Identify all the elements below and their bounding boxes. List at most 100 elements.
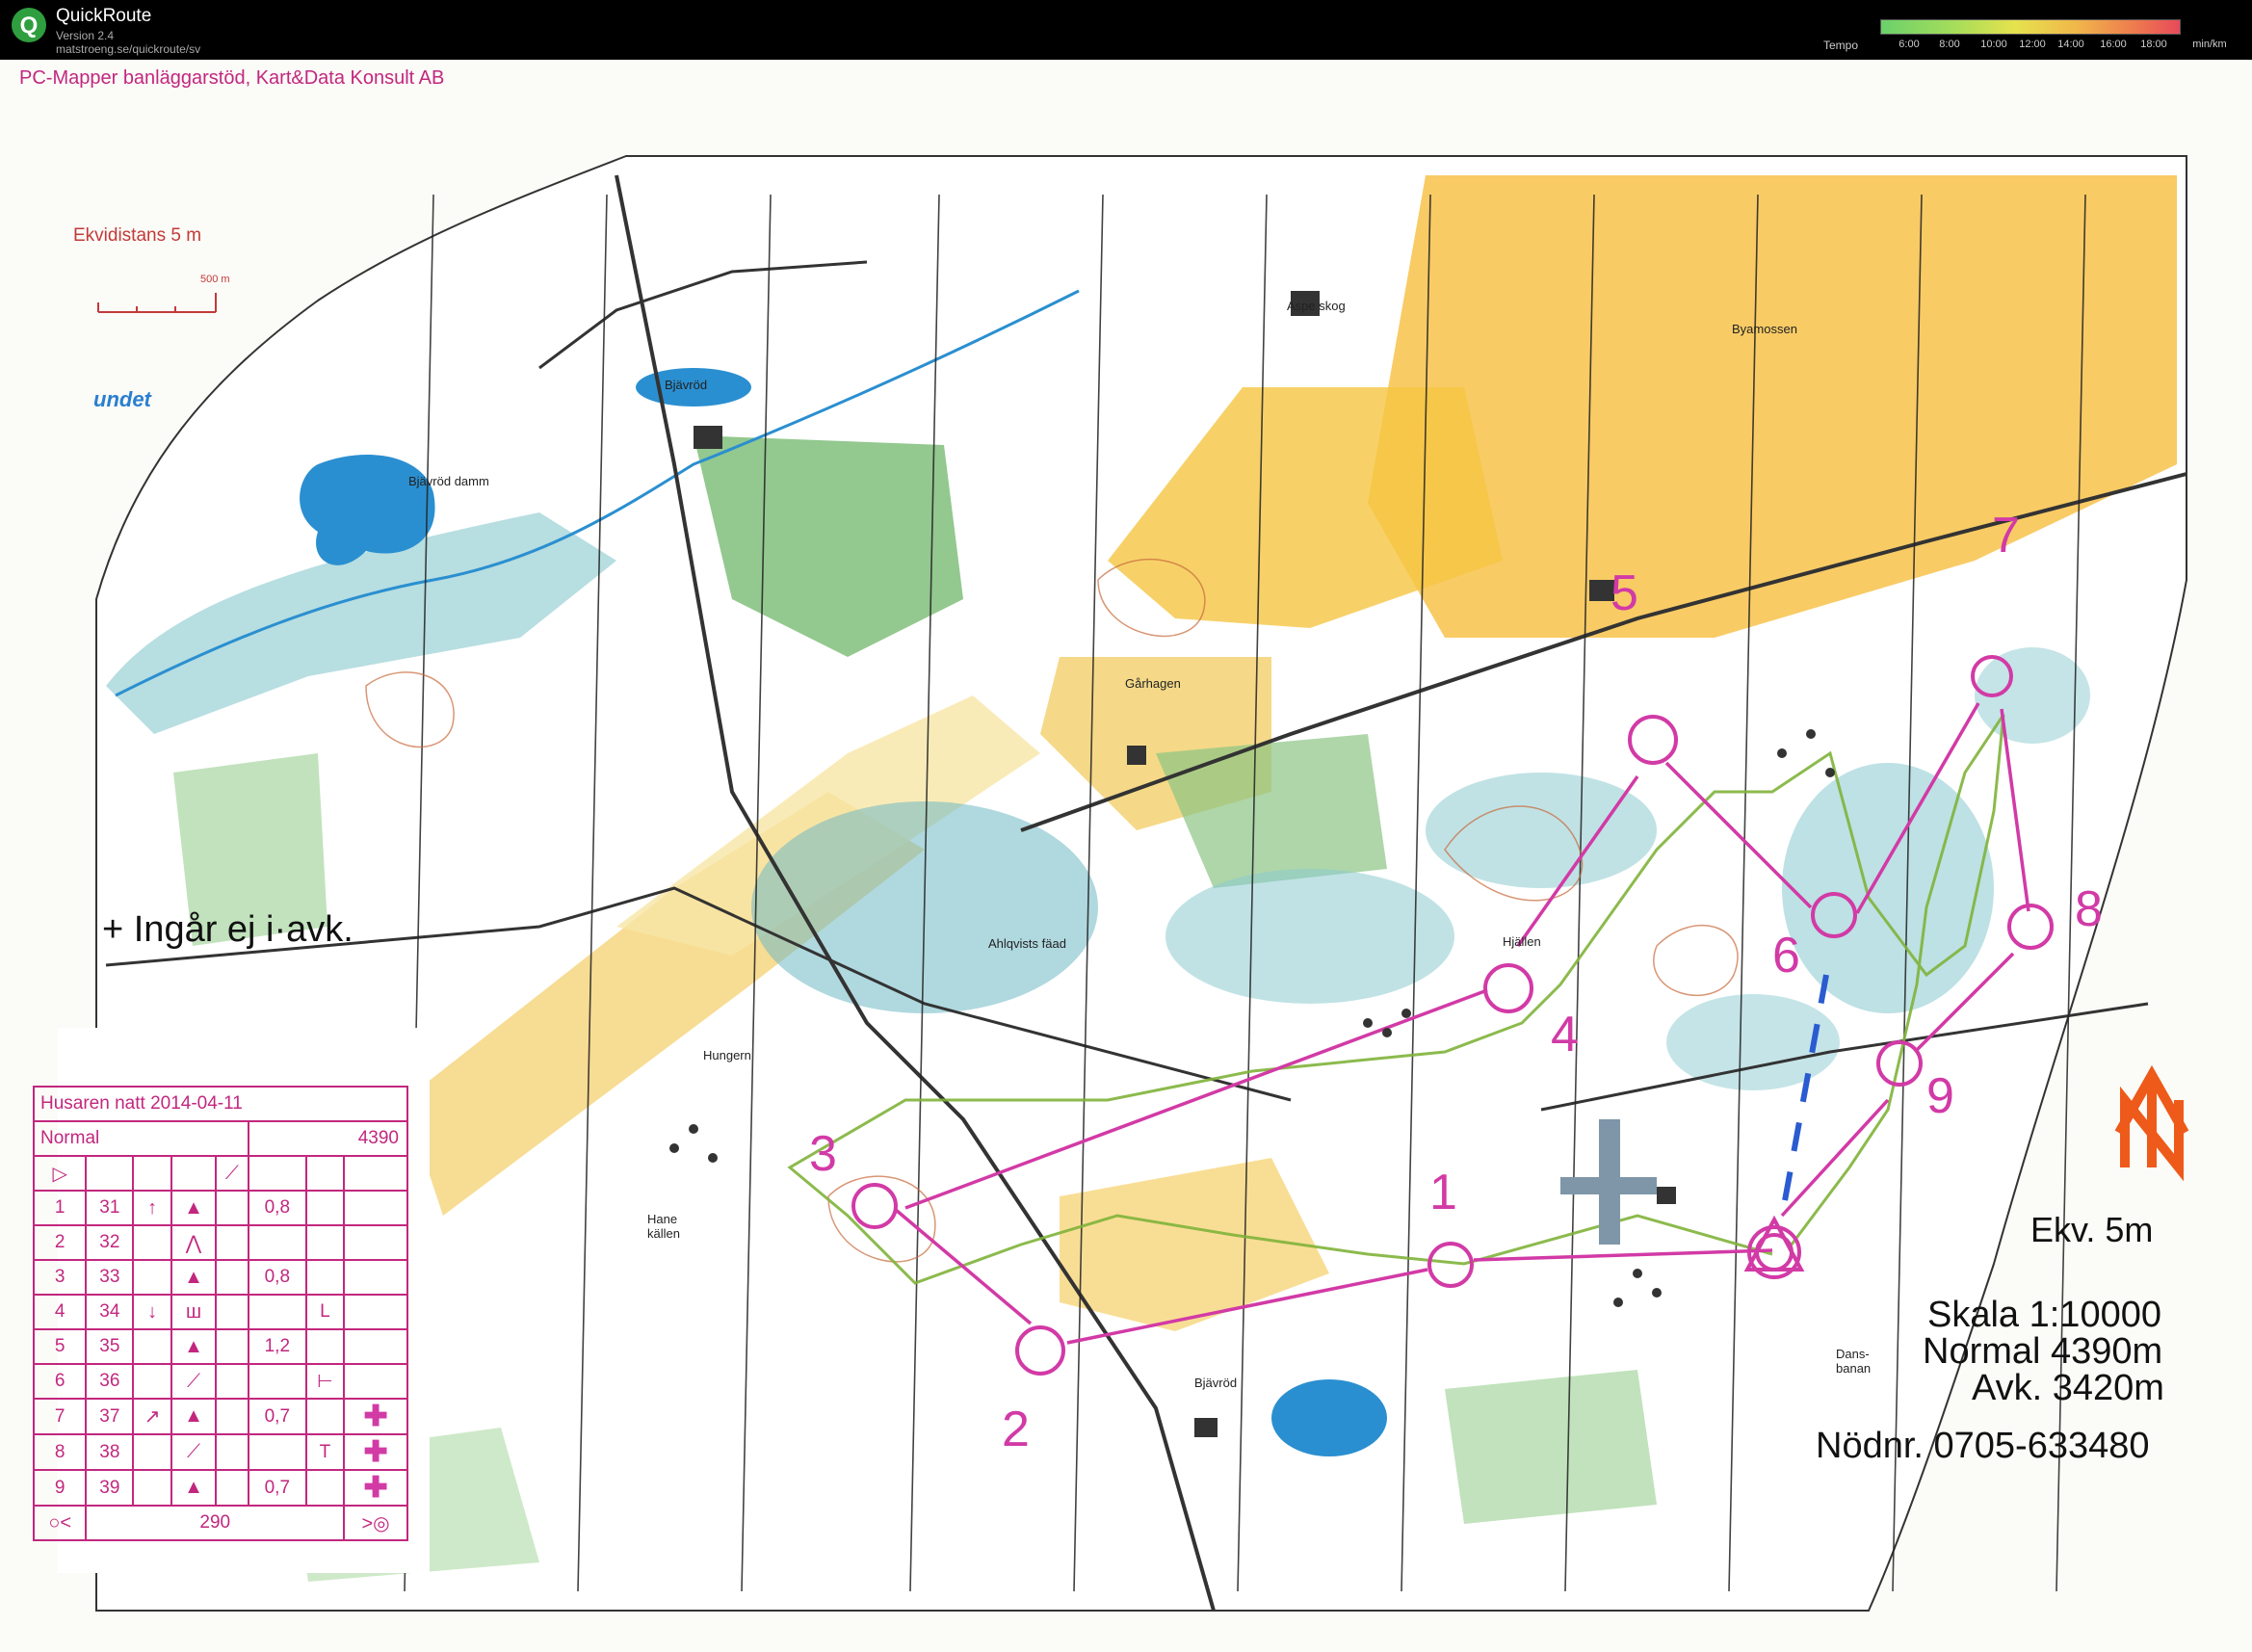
feature-dimension xyxy=(247,1294,307,1330)
feature-dimension: 0,7 xyxy=(247,1398,307,1435)
place-name: Aspe skog xyxy=(1287,299,1346,313)
control-seq: 2 xyxy=(32,1224,88,1261)
finish-circle-icon: >◎ xyxy=(343,1505,408,1541)
place-name: Bjävröd xyxy=(665,378,708,392)
feature-icon: ш xyxy=(170,1294,218,1330)
place-name: Ahlqvists fäad xyxy=(988,936,1066,951)
map-scale: Skala 1:10000 xyxy=(1927,1295,2161,1335)
app-toolbar: Q QuickRoute Version 2.4 matstroeng.se/q… xyxy=(0,0,2252,60)
control-number-3: 3 xyxy=(809,1126,837,1182)
cross-icon xyxy=(343,1190,408,1226)
orienteering-map[interactable]: PC-Mapper banläggarstöd, Kart&Data Konsu… xyxy=(0,60,2252,1652)
contour-interval-label: Ekvidistans 5 m xyxy=(73,225,202,246)
direction-icon: ↗ xyxy=(132,1398,172,1435)
direction-icon xyxy=(132,1259,172,1296)
extra-info xyxy=(304,1259,346,1296)
cross-icon xyxy=(343,1259,408,1296)
feature-dimension: 1,2 xyxy=(247,1328,307,1365)
place-name: Bjävröd xyxy=(1194,1376,1238,1390)
control-code: 34 xyxy=(85,1294,135,1330)
tempo-tick: 10:00 xyxy=(1980,39,2007,50)
feature-detail xyxy=(215,1398,249,1435)
description-rows: 1 31 ↑ ▲ 0,8 2 32 ⋀ 3 33 ▲ 0,8 4 34 ↓ ш L 5 35 ▲ 1,2 6 36 ⟋ ⊢ 7 37… xyxy=(32,1190,408,1507)
app-title: QuickRoute xyxy=(56,6,152,26)
control-number-9: 9 xyxy=(1926,1068,1954,1124)
extra-info xyxy=(304,1328,346,1365)
direction-icon: ↓ xyxy=(132,1294,172,1330)
control-number-2: 2 xyxy=(1002,1402,1030,1457)
feature-detail xyxy=(215,1259,249,1296)
tempo-tick: 12:00 xyxy=(2019,39,2046,50)
control-number-5: 5 xyxy=(1610,565,1638,621)
course-length-normal: Normal 4390m xyxy=(1923,1331,2163,1372)
extra-info xyxy=(304,1469,346,1507)
event-title: Husaren natt 2014-04-11 xyxy=(33,1086,408,1122)
tempo-label: Tempo xyxy=(1823,39,1859,52)
feature-dimension xyxy=(247,1363,307,1400)
place-name: Bjävröd damm xyxy=(408,474,489,488)
cross-icon xyxy=(343,1294,408,1330)
quickroute-logo-icon: Q xyxy=(12,8,46,42)
feature-detail xyxy=(215,1469,249,1507)
feature-detail xyxy=(215,1363,249,1400)
direction-icon xyxy=(132,1328,172,1365)
class-length: 4390 xyxy=(247,1120,409,1157)
cross-icon xyxy=(343,1224,408,1261)
extra-info xyxy=(304,1224,346,1261)
extra-info xyxy=(304,1190,346,1226)
control-code: 35 xyxy=(85,1328,135,1365)
direction-icon xyxy=(132,1433,172,1471)
extra-info: T xyxy=(304,1433,346,1471)
feature-icon: ▲ xyxy=(170,1469,218,1507)
direction-icon xyxy=(132,1469,172,1507)
feature-icon: ▲ xyxy=(170,1190,218,1226)
control-code: 32 xyxy=(85,1224,135,1261)
control-code: 39 xyxy=(85,1469,135,1507)
cross-icon: ✚ xyxy=(343,1469,408,1507)
extra-info: L xyxy=(304,1294,346,1330)
control-seq: 7 xyxy=(32,1398,88,1435)
description-row: 9 39 ▲ 0,7 ✚ xyxy=(32,1469,408,1507)
place-name: Byamossen xyxy=(1732,322,1797,336)
direction-icon xyxy=(132,1363,172,1400)
control-seq: 3 xyxy=(32,1259,88,1296)
description-row: 8 38 ⟋ T ✚ xyxy=(32,1433,408,1471)
control-description-table: Husaren natt 2014-04-11 Normal 4390 ▷ ⟋ … xyxy=(32,1086,409,1541)
tempo-tick: 16:00 xyxy=(2100,39,2127,50)
cross-icon: ✚ xyxy=(343,1398,408,1435)
description-row: 4 34 ↓ ш L xyxy=(32,1294,408,1330)
description-row: 1 31 ↑ ▲ 0,8 xyxy=(32,1190,408,1226)
tempo-tick: 18:00 xyxy=(2140,39,2167,50)
place-name: Hjällen xyxy=(1503,934,1541,949)
control-number-1: 1 xyxy=(1429,1165,1457,1220)
app-url[interactable]: matstroeng.se/quickroute/sv xyxy=(56,42,200,56)
place-name: Hane källen xyxy=(647,1212,680,1241)
place-name: Hungern xyxy=(703,1048,751,1062)
app-version: Version 2.4 xyxy=(56,29,115,42)
tempo-tick: 8:00 xyxy=(1939,39,1960,50)
control-seq: 9 xyxy=(32,1469,88,1507)
description-row: 7 37 ↗ ▲ 0,7 ✚ xyxy=(32,1398,408,1435)
description-row: 3 33 ▲ 0,8 xyxy=(32,1259,408,1296)
course-length-short: Avk. 3420m xyxy=(1972,1368,2164,1408)
description-row: 5 35 ▲ 1,2 xyxy=(32,1328,408,1365)
feature-detail xyxy=(215,1328,249,1365)
svg-text:Q: Q xyxy=(20,13,39,39)
finish-distance: 290 xyxy=(85,1505,346,1541)
control-seq: 4 xyxy=(32,1294,88,1330)
feature-detail xyxy=(215,1190,249,1226)
start-triangle-icon: ▷ xyxy=(32,1155,88,1192)
area-name-fragment: undet xyxy=(93,387,151,411)
control-number-7: 7 xyxy=(1992,508,2020,564)
control-seq: 5 xyxy=(32,1328,88,1365)
feature-dimension: 0,8 xyxy=(247,1259,307,1296)
emergency-number: Nödnr. 0705-633480 xyxy=(1816,1426,2150,1466)
scale-bar-label: 500 m xyxy=(200,274,230,285)
control-seq: 1 xyxy=(32,1190,88,1226)
description-row: 6 36 ⟋ ⊢ xyxy=(32,1363,408,1400)
control-code: 37 xyxy=(85,1398,135,1435)
contour-interval-short: Ekv. 5m xyxy=(2030,1210,2154,1249)
tempo-unit: min/km xyxy=(2192,39,2227,50)
feature-icon: ⟋ xyxy=(170,1433,218,1471)
control-number-8: 8 xyxy=(2075,881,2103,937)
